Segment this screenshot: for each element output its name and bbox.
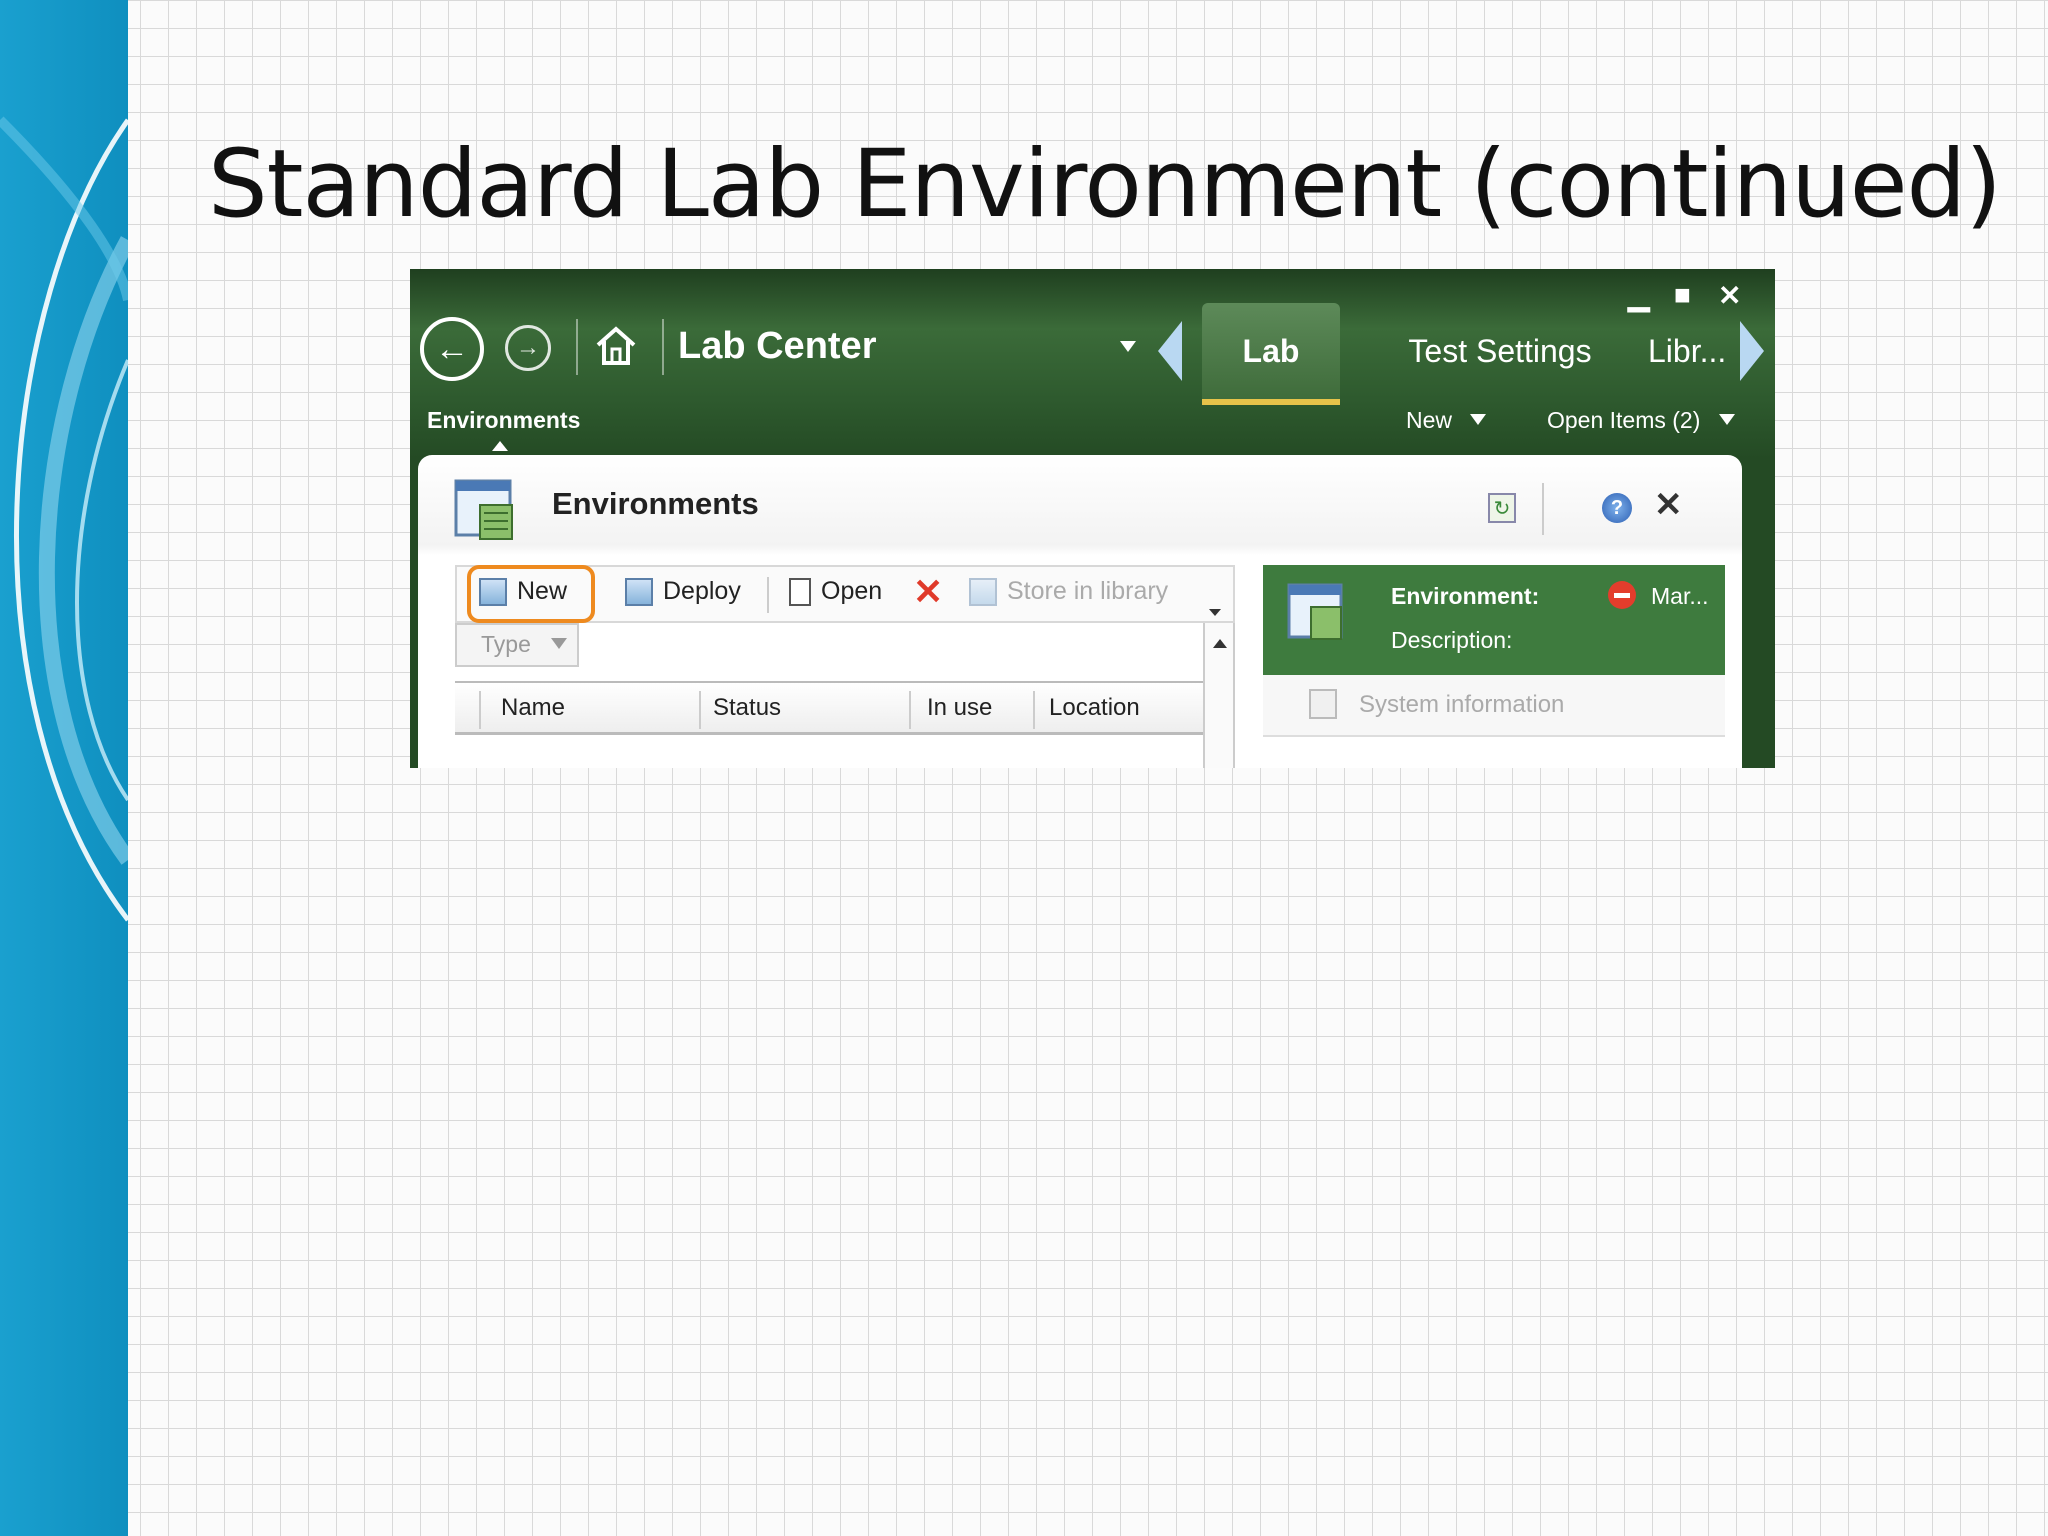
deploy-icon <box>625 577 653 606</box>
panel-title: Environments <box>552 486 759 521</box>
environments-panel: Environments ↻ ? ✕ New Deploy Open ✕ Sto… <box>418 455 1742 768</box>
section-breadcrumb[interactable]: Environments <box>427 407 580 434</box>
new-environment-icon <box>479 577 507 606</box>
minimize-icon[interactable]: ▁ <box>1628 279 1650 312</box>
refresh-icon[interactable]: ↻ <box>1488 493 1516 523</box>
column-separator <box>699 691 701 729</box>
column-name[interactable]: Name <box>501 694 565 722</box>
type-filter[interactable]: Type <box>455 623 579 667</box>
app-title: Lab Center <box>678 325 877 367</box>
toolbar-divider <box>767 577 769 613</box>
environment-details: Environment: Description: Mar... <box>1263 565 1725 675</box>
tab-lab-label: Lab <box>1242 332 1300 369</box>
decorative-sidebar <box>0 0 128 1536</box>
new-button-label: New <box>517 577 568 605</box>
open-icon <box>789 577 811 606</box>
new-button[interactable]: New <box>479 577 567 606</box>
tab-scroll-right-icon[interactable] <box>1740 321 1764 381</box>
environments-toolbar: New Deploy Open ✕ Store in library <box>455 565 1235 623</box>
environments-grid-header: Name Status In use Location <box>455 681 1203 735</box>
open-items-label: Open Items (2) <box>1547 407 1701 433</box>
store-button-label: Store in library <box>1007 577 1169 605</box>
deploy-button-label: Deploy <box>663 577 741 605</box>
nav-divider <box>576 319 578 375</box>
system-info-label: System information <box>1359 691 1565 718</box>
column-separator <box>479 691 481 729</box>
column-separator <box>1033 691 1035 729</box>
chevron-down-icon <box>1470 414 1487 425</box>
environment-label: Environment: <box>1391 583 1540 609</box>
column-status[interactable]: Status <box>713 694 781 722</box>
environment-detail-icon <box>1287 583 1345 646</box>
store-library-icon <box>969 577 997 606</box>
deploy-button[interactable]: Deploy <box>625 577 741 606</box>
tab-test-settings-label: Test Settings <box>1408 332 1592 369</box>
column-location[interactable]: Location <box>1049 694 1140 722</box>
new-menu-label: New <box>1406 407 1453 433</box>
description-label: Description: <box>1391 627 1513 653</box>
lab-center-window: ▁ ■ ✕ ← → Lab Center Lab Test Settings L… <box>410 269 1775 768</box>
tab-library[interactable]: Libr... <box>1648 303 1738 399</box>
type-filter-label: Type <box>481 631 531 657</box>
back-icon[interactable]: ← <box>420 317 484 381</box>
panel-divider <box>1542 483 1544 535</box>
open-items-menu[interactable]: Open Items (2) <box>1547 407 1735 434</box>
delete-icon[interactable]: ✕ <box>913 571 943 613</box>
tab-test-settings[interactable]: Test Settings <box>1400 303 1600 399</box>
panel-close-icon[interactable]: ✕ <box>1654 485 1683 525</box>
open-button-label: Open <box>821 577 883 605</box>
help-icon[interactable]: ? <box>1602 493 1632 523</box>
breadcrumb-pointer <box>492 441 508 451</box>
column-in-use[interactable]: In use <box>927 694 992 722</box>
grid-scrollbar[interactable] <box>1203 623 1235 768</box>
system-info-icon <box>1309 689 1337 719</box>
home-icon[interactable] <box>592 321 640 374</box>
stop-icon <box>1608 581 1636 609</box>
chevron-down-icon <box>551 638 568 649</box>
forward-icon[interactable]: → <box>505 325 551 371</box>
tab-library-label: Libr... <box>1648 332 1727 369</box>
open-button[interactable]: Open <box>789 577 882 606</box>
toolbar-overflow-icon[interactable] <box>1209 609 1221 616</box>
chevron-down-icon[interactable] <box>1120 341 1136 352</box>
chevron-down-icon <box>1718 414 1735 425</box>
scroll-up-icon[interactable] <box>1213 639 1227 648</box>
system-information-row[interactable]: System information <box>1263 675 1725 737</box>
column-separator <box>909 691 911 729</box>
slide-title: Standard Lab Environment (continued) <box>208 130 2002 239</box>
tab-scroll-left-icon[interactable] <box>1158 321 1182 381</box>
home-divider <box>662 319 664 375</box>
tab-lab[interactable]: Lab <box>1202 303 1340 405</box>
store-in-library-button[interactable]: Store in library <box>969 577 1168 606</box>
new-menu[interactable]: New <box>1406 407 1487 434</box>
environments-icon <box>454 479 516 546</box>
environment-state: Mar... <box>1651 583 1709 609</box>
